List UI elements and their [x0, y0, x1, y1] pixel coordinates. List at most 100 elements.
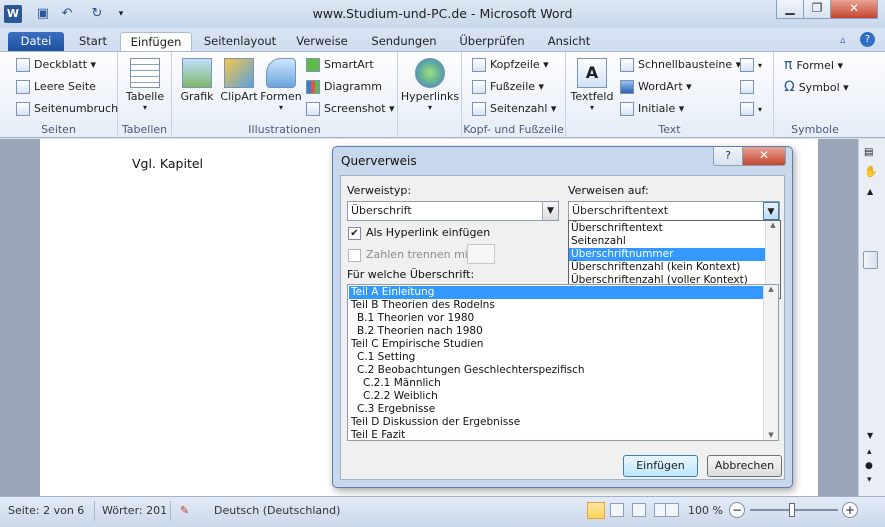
headings-scrollbar[interactable]: ▲ ▼	[763, 285, 778, 440]
chevron-down-icon[interactable]: ▼	[763, 202, 779, 220]
initiale-button[interactable]: Initiale ▾	[620, 99, 684, 119]
heading-list-item[interactable]: C.2.1 Männlich	[349, 377, 763, 390]
print-layout-icon[interactable]	[587, 502, 605, 519]
dropdown-option[interactable]: Überschriftentext	[569, 222, 765, 235]
zoom-level[interactable]: 100 %	[688, 504, 723, 517]
screenshot-label: Screenshot ▾	[324, 102, 395, 115]
ruler-toggle-icon[interactable]: ▤	[864, 147, 873, 158]
formen-button[interactable]: Formen ▾	[260, 58, 302, 112]
einfuegen-button[interactable]: Einfügen	[623, 455, 698, 477]
heading-list-item[interactable]: Teil B Theorien des Rodelns	[349, 299, 763, 312]
schnellbausteine-button[interactable]: Schnellbausteine ▾	[620, 55, 741, 75]
wordart-icon	[620, 80, 634, 94]
draft-icon[interactable]	[665, 503, 679, 517]
verweisen-auf-select[interactable]: Überschriftentext ▼	[568, 201, 780, 221]
fusszeile-button[interactable]: Fußzeile ▾	[472, 77, 544, 97]
dropdown-option[interactable]: Seitenzahl	[569, 235, 765, 248]
heading-list-item[interactable]: Teil C Empirische Studien	[349, 338, 763, 351]
zahlen-trennen-checkbox[interactable]	[348, 249, 361, 262]
dropdown-option[interactable]: Überschriftenzahl (kein Kontext)	[569, 261, 765, 274]
heading-list-item[interactable]: B.1 Theorien vor 1980	[349, 312, 763, 325]
group-label-kopf-fusszeile: Kopf- und Fußzeile	[463, 123, 564, 136]
hyperlinks-button[interactable]: Hyperlinks ▾	[400, 58, 460, 112]
browse-object-icon[interactable]: ●	[865, 461, 873, 471]
tab-start[interactable]: Start	[72, 32, 114, 52]
date-time-button[interactable]	[740, 77, 758, 97]
tab-ueberpruefen[interactable]: Überprüfen	[452, 32, 532, 52]
heading-list-item[interactable]: Teil E Fazit	[349, 429, 763, 442]
shapes-icon	[266, 58, 296, 88]
textbox-icon: A	[577, 58, 607, 88]
close-button[interactable]: ✕	[830, 0, 878, 19]
wordart-button[interactable]: WordArt ▾	[620, 77, 692, 97]
smartart-button[interactable]: SmartArt	[306, 55, 374, 75]
tab-datei[interactable]: Datei	[8, 32, 64, 52]
object-button[interactable]: ▾	[740, 99, 762, 119]
vertical-scrollbar[interactable]: ▤ ✋ ▲ ▼ ▴ ● ▾	[858, 139, 885, 496]
heading-list-item[interactable]: Teil A Einleitung	[349, 286, 763, 299]
headings-list[interactable]: Teil A Einleitung Teil B Theorien des Rod…	[347, 284, 779, 441]
proofing-icon[interactable]: ✎	[180, 504, 189, 517]
scroll-down-icon[interactable]: ▼	[867, 431, 873, 440]
formel-button[interactable]: π Formel ▾	[784, 55, 843, 75]
scroll-thumb[interactable]	[863, 251, 878, 269]
verweistyp-select[interactable]: Überschrift ▼	[347, 201, 559, 221]
abbrechen-button[interactable]: Abbrechen	[707, 455, 782, 477]
zoom-slider-thumb[interactable]	[789, 503, 795, 517]
dropdown-option[interactable]: Überschriftnummer	[569, 248, 765, 261]
zoom-out-button[interactable]: −	[729, 502, 745, 518]
heading-list-item[interactable]: C.3 Ergebnisse	[349, 403, 763, 416]
textfeld-button[interactable]: A Textfeld ▾	[568, 58, 616, 112]
word-count[interactable]: Wörter: 201	[102, 504, 167, 517]
clipart-button[interactable]: ClipArt	[218, 58, 260, 103]
heading-list-item[interactable]: C.2 Beobachtungen Geschlechterspezifisch	[349, 364, 763, 377]
zoom-in-button[interactable]: +	[842, 502, 858, 518]
dialog-close-button[interactable]: ✕	[742, 147, 786, 166]
tab-ansicht[interactable]: Ansicht	[540, 32, 598, 52]
signature-line-button[interactable]: ▾	[740, 55, 762, 75]
collapse-ribbon-icon[interactable]: ▵	[840, 33, 846, 46]
scroll-up-icon[interactable]: ▲	[766, 221, 780, 229]
dialog-help-button[interactable]: ?	[713, 147, 743, 166]
page-count[interactable]: Seite: 2 von 6	[8, 504, 84, 517]
heading-list-item[interactable]: C.1 Setting	[349, 351, 763, 364]
symbol-label: Symbol ▾	[798, 81, 849, 94]
chevron-down-icon[interactable]: ▼	[542, 202, 558, 220]
zahlen-trennen-input[interactable]	[467, 244, 495, 264]
next-page-icon[interactable]: ▾	[867, 475, 872, 485]
restore-button[interactable]: ❐	[803, 0, 831, 19]
minimize-button[interactable]: ▁	[776, 0, 804, 19]
tab-seitenlayout[interactable]: Seitenlayout	[200, 32, 280, 52]
scroll-up-icon[interactable]: ▲	[764, 285, 778, 293]
previous-page-icon[interactable]: ▴	[867, 447, 872, 457]
tabelle-button[interactable]: Tabelle ▾	[122, 58, 168, 112]
heading-list-item[interactable]: C.2.2 Weiblich	[349, 390, 763, 403]
scroll-down-icon[interactable]: ▼	[764, 431, 778, 439]
web-layout-icon[interactable]	[632, 503, 646, 517]
seitenumbruch-label: Seitenumbruch	[34, 102, 119, 115]
language[interactable]: Deutsch (Deutschland)	[214, 504, 340, 517]
screenshot-button[interactable]: Screenshot ▾	[306, 99, 395, 119]
hyperlink-checkbox[interactable]: ✔	[348, 227, 361, 240]
screenshot-icon	[306, 102, 320, 116]
full-screen-reading-icon[interactable]	[610, 503, 624, 517]
heading-list-item[interactable]: B.2 Theorien nach 1980	[349, 325, 763, 338]
tab-verweise[interactable]: Verweise	[290, 32, 354, 52]
tab-einfuegen[interactable]: Einfügen	[120, 32, 192, 52]
deckblatt-button[interactable]: Deckblatt ▾	[16, 55, 96, 75]
pan-hand-icon[interactable]: ✋	[864, 165, 878, 178]
group-label-illustrationen: Illustrationen	[248, 123, 321, 136]
diagramm-button[interactable]: Diagramm	[306, 77, 382, 97]
grafik-button[interactable]: Grafik	[176, 58, 218, 103]
symbol-button[interactable]: Ω Symbol ▾	[784, 77, 849, 97]
tab-sendungen[interactable]: Sendungen	[364, 32, 444, 52]
document-text[interactable]: Vgl. Kapitel	[132, 156, 203, 171]
seitenumbruch-button[interactable]: Seitenumbruch	[16, 99, 118, 119]
header-icon	[472, 58, 486, 72]
seitenzahl-button[interactable]: Seitenzahl ▾	[472, 99, 556, 119]
help-icon[interactable]: ?	[860, 32, 875, 47]
scroll-up-icon[interactable]: ▲	[867, 187, 873, 196]
leere-seite-button[interactable]: Leere Seite	[16, 77, 96, 97]
kopfzeile-button[interactable]: Kopfzeile ▾	[472, 55, 549, 75]
heading-list-item[interactable]: Teil D Diskussion der Ergebnisse	[349, 416, 763, 429]
